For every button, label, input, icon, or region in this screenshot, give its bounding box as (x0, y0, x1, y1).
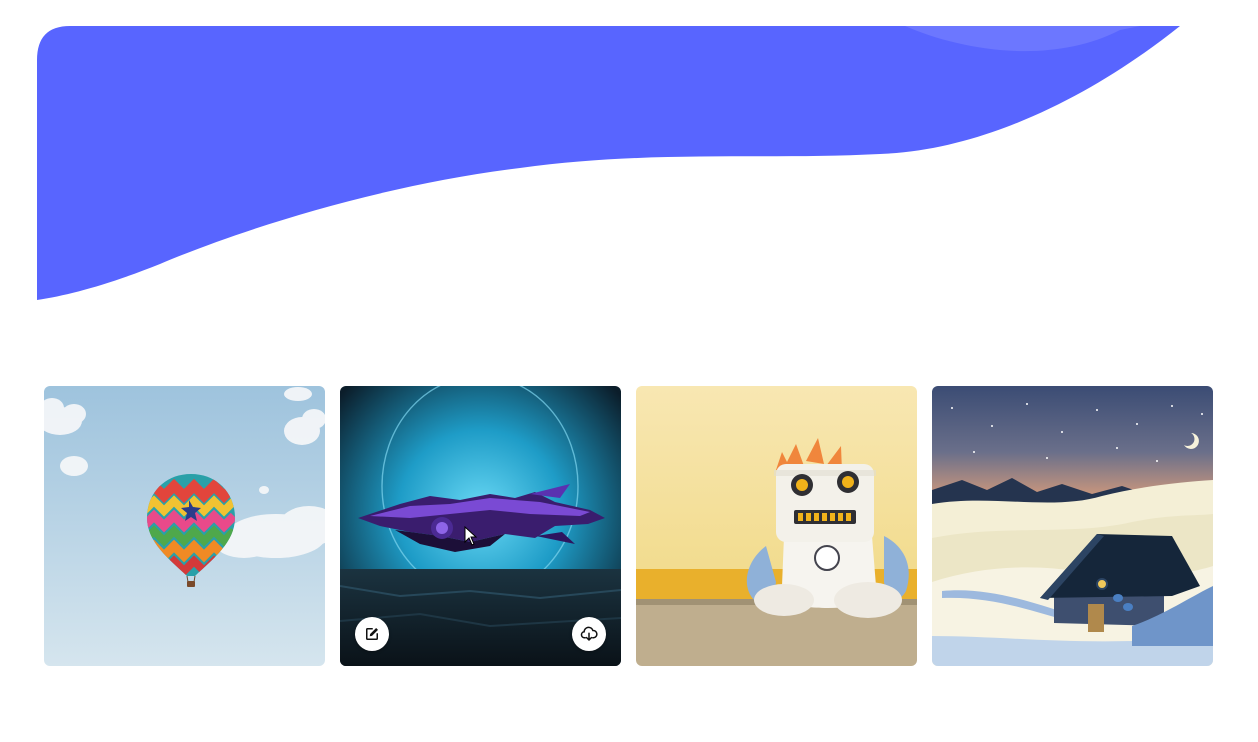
snowy-cabin-image (932, 386, 1213, 666)
gallery-tile-snowy-cabin[interactable] (932, 386, 1213, 666)
edit-icon (366, 628, 378, 640)
image-gallery (44, 386, 1213, 666)
gallery-tile-hot-air-balloon[interactable] (44, 386, 325, 666)
gallery-tile-spaceship[interactable] (340, 386, 621, 666)
hot-air-balloon-image (44, 386, 325, 666)
download-image-button[interactable] (572, 617, 606, 651)
plush-robot-image (636, 386, 917, 666)
gallery-tile-plush-robot[interactable] (636, 386, 917, 666)
cloud-download-icon (580, 626, 598, 641)
hero-wave-shape (37, 26, 1180, 300)
hero-wave-banner (37, 26, 1180, 300)
edit-image-button[interactable] (355, 617, 389, 651)
